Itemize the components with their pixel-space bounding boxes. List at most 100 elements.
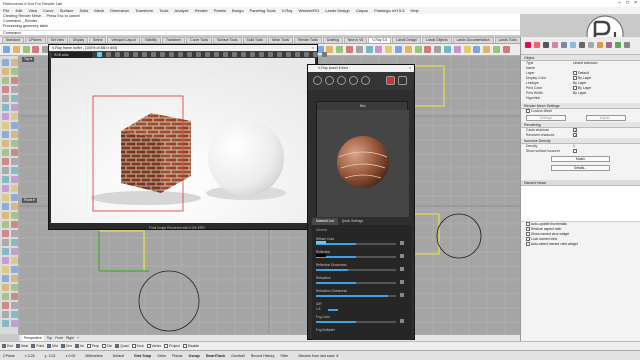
status-toggle-gumball[interactable]: Gumball <box>231 354 244 358</box>
texture-slot-icon[interactable] <box>400 241 404 245</box>
left-tool-icon[interactable] <box>2 167 9 174</box>
frame-buffer-icon[interactable] <box>398 76 407 85</box>
left-tool-icon[interactable] <box>2 248 9 255</box>
tab-surface-tools[interactable]: Surface Tools <box>213 37 242 43</box>
texture-slot-icon[interactable] <box>400 319 404 323</box>
param-slider[interactable] <box>316 243 396 245</box>
left-tool-icon[interactable] <box>10 149 18 156</box>
left-tool-icon[interactable] <box>10 257 18 264</box>
tab-cplanes[interactable]: CPlanes <box>24 37 46 43</box>
menu-item-curve[interactable]: Curve <box>43 7 54 14</box>
left-tool-icon[interactable] <box>10 113 18 120</box>
frame-buffer-tool-icon[interactable] <box>124 52 129 57</box>
toolbar-tool-icon[interactable] <box>365 46 373 53</box>
left-tool-icon[interactable] <box>2 194 9 201</box>
frame-buffer-tool-icon[interactable] <box>115 52 120 57</box>
toolbar-tool-icon[interactable] <box>326 46 334 53</box>
viewport-label-top[interactable]: Top ▾ <box>22 57 35 62</box>
command-prompt[interactable]: Command: <box>0 30 520 35</box>
toolbar-tool-icon[interactable] <box>12 46 20 53</box>
osnap-mid[interactable]: Mid <box>47 344 58 349</box>
osnap-checkbox[interactable] <box>146 344 151 349</box>
left-tool-icon[interactable] <box>2 212 9 219</box>
toolbar-tool-icon[interactable] <box>375 46 383 53</box>
left-tool-icon[interactable] <box>10 158 18 165</box>
property-tab-icon[interactable] <box>579 42 585 48</box>
menu-item-flamingo-nxt-5-5[interactable]: Flamingo nXt 5.5 <box>374 7 404 14</box>
left-tool-icon[interactable] <box>2 122 9 129</box>
color-swatch[interactable] <box>316 254 326 257</box>
tab-visibility[interactable]: Visibility <box>140 37 161 43</box>
frame-buffer-tool-icon[interactable] <box>214 52 219 57</box>
color-swatch[interactable] <box>316 241 326 244</box>
custom-mesh-checkbox[interactable] <box>526 109 530 114</box>
frame-buffer-tool-icon[interactable] <box>268 52 273 57</box>
osnap-checkbox[interactable] <box>101 344 106 349</box>
tab-set-view[interactable]: Set View <box>46 37 68 43</box>
tab-render-tools[interactable]: Render Tools <box>294 37 322 43</box>
left-tool-icon[interactable] <box>2 284 9 291</box>
left-tool-icon[interactable] <box>10 104 18 111</box>
toolbar-tool-icon[interactable] <box>385 46 393 53</box>
frame-buffer-tool-icon[interactable] <box>232 52 237 57</box>
materials-icon[interactable] <box>313 76 322 85</box>
frame-buffer-tool-icon[interactable] <box>160 52 165 57</box>
frame-buffer-tool-icon[interactable] <box>286 52 291 57</box>
param-slider[interactable] <box>328 309 338 311</box>
left-tool-icon[interactable] <box>10 59 18 66</box>
frame-buffer-tool-icon[interactable] <box>304 52 309 57</box>
render-canvas[interactable] <box>51 58 315 223</box>
left-tool-icon[interactable] <box>10 311 18 318</box>
left-tool-icon[interactable] <box>10 140 18 147</box>
osnap-checkbox[interactable] <box>74 344 79 349</box>
menu-item-tools[interactable]: Tools <box>159 7 168 14</box>
render-icon[interactable] <box>386 76 395 85</box>
receives-shadows-checkbox[interactable]: ✓ <box>573 133 577 138</box>
texture-slot-icon[interactable] <box>400 293 404 297</box>
tab-lands-tools[interactable]: Lands Tools <box>494 37 521 43</box>
status-toggle-grid-snap[interactable]: Grid Snap <box>134 354 151 358</box>
toolbar-tool-icon[interactable] <box>434 46 442 53</box>
osnap-project[interactable]: Project <box>164 344 180 349</box>
param-slider[interactable] <box>316 321 396 323</box>
menu-item-lands-design[interactable]: Lands Design <box>325 7 349 14</box>
named-view-option-checkbox[interactable] <box>526 242 530 246</box>
osnap-checkbox[interactable] <box>131 344 136 349</box>
property-value[interactable] <box>573 96 640 101</box>
frame-buffer-tool-icon[interactable] <box>241 52 246 57</box>
left-tool-icon[interactable] <box>2 275 9 282</box>
osnap-checkbox[interactable] <box>60 344 65 349</box>
frame-buffer-tool-icon[interactable] <box>133 52 138 57</box>
left-tool-icon[interactable] <box>10 77 18 84</box>
tab-lands-objects[interactable]: Lands Objects <box>421 37 452 43</box>
left-tool-icon[interactable] <box>10 302 18 309</box>
left-tool-icon[interactable] <box>2 176 9 183</box>
settings-icon[interactable] <box>361 76 370 85</box>
toolbar-tool-icon[interactable] <box>444 46 451 53</box>
menu-item-view[interactable]: View <box>28 7 37 14</box>
status-toggle-osnap[interactable]: Osnap <box>189 354 200 358</box>
frame-buffer-tool-icon[interactable] <box>322 52 327 57</box>
toolbar-tool-icon[interactable] <box>22 46 30 53</box>
frame-buffer-tool-icon[interactable] <box>259 52 264 57</box>
left-tool-icon[interactable] <box>2 257 9 264</box>
frame-buffer-tool-icon[interactable] <box>97 52 102 57</box>
toolbar-tool-icon[interactable] <box>3 46 10 53</box>
toolbar-tool-icon[interactable] <box>493 46 500 53</box>
tab-quick-settings[interactable]: Quick Settings <box>338 218 367 225</box>
left-tool-icon[interactable] <box>2 320 9 327</box>
left-tool-icon[interactable] <box>2 104 9 111</box>
frame-buffer-tool-icon[interactable] <box>187 52 192 57</box>
param-slider[interactable] <box>316 256 396 258</box>
left-tool-icon[interactable] <box>2 77 9 84</box>
left-tool-icon[interactable] <box>2 266 9 273</box>
menu-item-help[interactable]: Help <box>410 7 418 14</box>
left-tool-icon[interactable] <box>10 212 18 219</box>
casts-shadows-checkbox[interactable]: ✓ <box>573 128 577 133</box>
left-tool-icon[interactable] <box>2 311 9 318</box>
menu-item-mesh[interactable]: Mesh <box>94 7 104 14</box>
left-tool-icon[interactable] <box>10 230 18 237</box>
left-tool-icon[interactable] <box>10 86 18 93</box>
named-view-option-checkbox[interactable] <box>526 232 530 236</box>
left-tool-icon[interactable] <box>10 131 18 138</box>
